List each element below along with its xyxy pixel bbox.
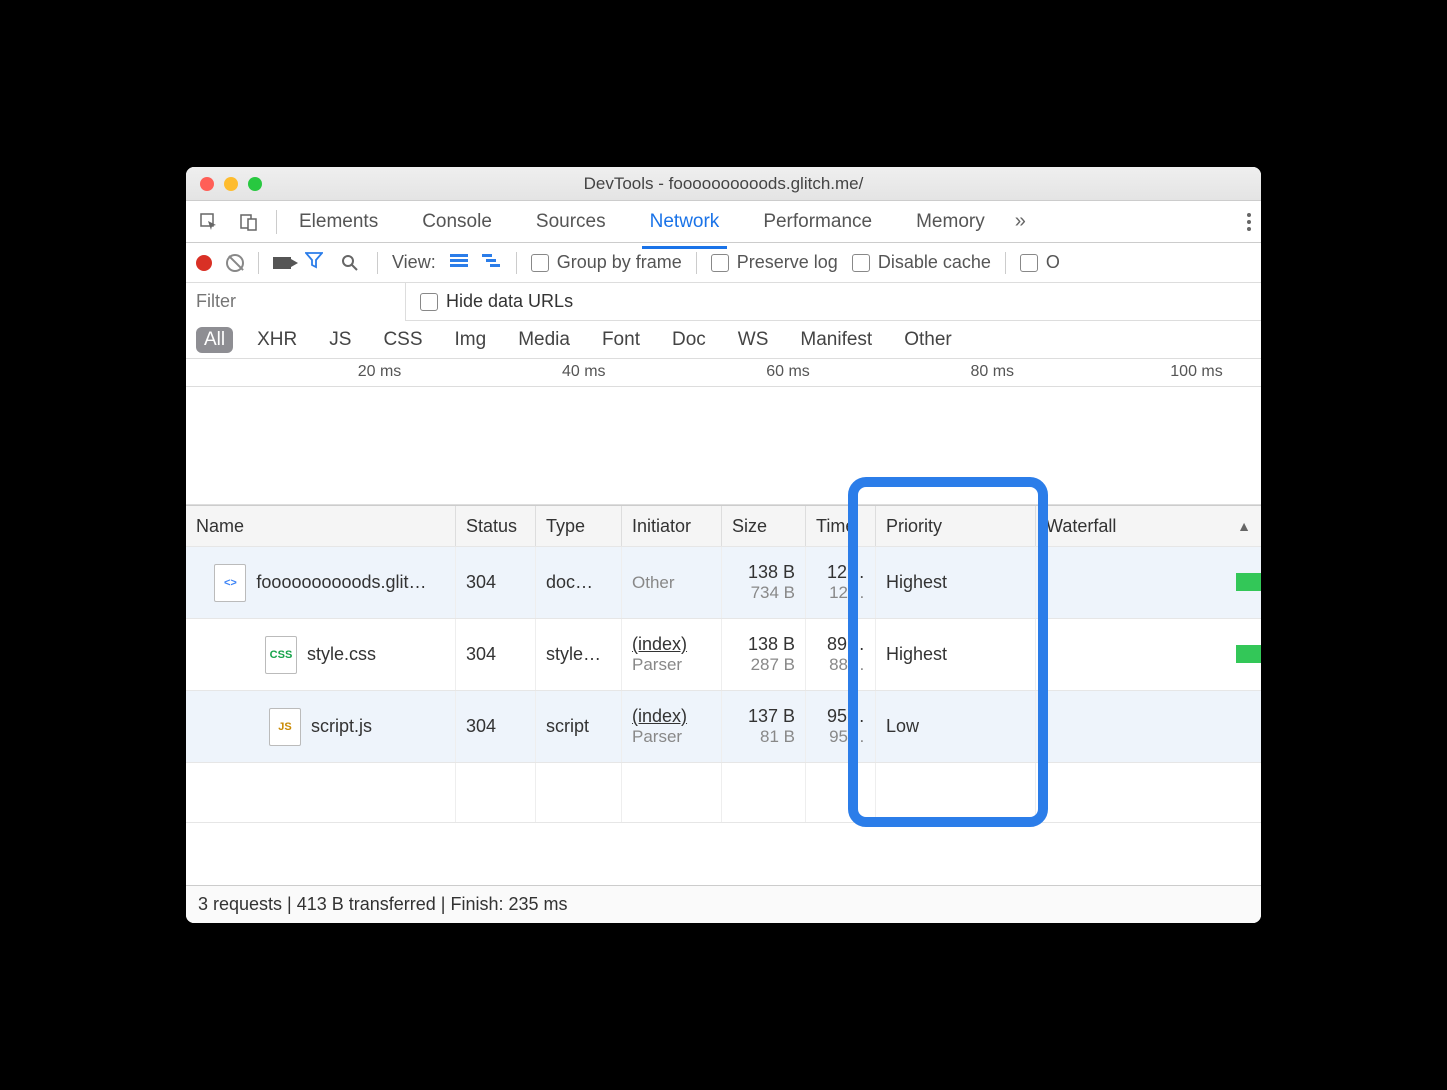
cell-waterfall xyxy=(1036,619,1261,690)
type-filter-js[interactable]: JS xyxy=(321,327,359,353)
sort-indicator-icon: ▲ xyxy=(1237,518,1251,534)
waterfall-view-icon[interactable] xyxy=(482,252,502,273)
col-waterfall[interactable]: Waterfall ▲ xyxy=(1036,506,1261,546)
cell-size: 138 B734 B xyxy=(722,547,806,618)
tab-network[interactable]: Network xyxy=(642,205,728,249)
requests-table: Name Status Type Initiator Size Time Pri… xyxy=(186,505,1261,885)
cell-type: doc… xyxy=(536,547,622,618)
preserve-log-toggle[interactable]: Preserve log xyxy=(711,252,838,273)
cell-status: 304 xyxy=(456,691,536,762)
search-icon[interactable] xyxy=(337,250,363,276)
table-header: Name Status Type Initiator Size Time Pri… xyxy=(186,505,1261,547)
col-status[interactable]: Status xyxy=(456,506,536,546)
cell-waterfall xyxy=(1036,547,1261,618)
type-filter-all[interactable]: All xyxy=(196,327,233,353)
type-filter-css[interactable]: CSS xyxy=(375,327,430,353)
type-filter-other[interactable]: Other xyxy=(896,327,960,353)
more-tabs-icon[interactable]: » xyxy=(1015,210,1026,233)
filter-input[interactable] xyxy=(186,283,406,321)
status-bar: 3 requests | 413 B transferred | Finish:… xyxy=(186,885,1261,923)
type-filter-manifest[interactable]: Manifest xyxy=(792,327,880,353)
checkbox-icon[interactable] xyxy=(531,254,549,272)
offline-toggle[interactable]: O xyxy=(1020,252,1060,273)
checkbox-icon[interactable] xyxy=(852,254,870,272)
clear-button[interactable] xyxy=(226,254,244,272)
col-name[interactable]: Name xyxy=(186,506,456,546)
type-filter-img[interactable]: Img xyxy=(447,327,495,353)
status-text: 3 requests | 413 B transferred | Finish:… xyxy=(198,894,568,915)
timeline-overview[interactable] xyxy=(186,387,1261,505)
divider xyxy=(276,210,277,234)
cell-priority: Highest xyxy=(876,619,1036,690)
filter-bar: Hide data URLs xyxy=(186,283,1261,321)
checkbox-icon[interactable] xyxy=(711,254,729,272)
type-filter-doc[interactable]: Doc xyxy=(664,327,714,353)
record-button[interactable] xyxy=(196,255,212,271)
cell-status: 304 xyxy=(456,619,536,690)
request-name: foooooooooods.glit… xyxy=(256,572,426,593)
request-name: style.css xyxy=(307,644,376,665)
cell-type: style… xyxy=(536,619,622,690)
tab-sources[interactable]: Sources xyxy=(528,205,614,239)
panel-tabs: ElementsConsoleSourcesNetworkPerformance… xyxy=(186,201,1261,243)
type-filter-ws[interactable]: WS xyxy=(730,327,777,353)
devtools-window: DevTools - foooooooooods.glitch.me/ Elem… xyxy=(186,167,1261,923)
table-row-empty xyxy=(186,763,1261,823)
cell-initiator: (index)Parser xyxy=(622,619,722,690)
cell-size: 137 B81 B xyxy=(722,691,806,762)
network-toolbar: View: Group by frame Preserve log Disabl… xyxy=(186,243,1261,283)
window-title: DevTools - foooooooooods.glitch.me/ xyxy=(186,174,1261,194)
timeline-ruler[interactable]: 20 ms40 ms60 ms80 ms100 ms xyxy=(186,359,1261,387)
request-name: script.js xyxy=(311,716,372,737)
css-file-icon: CSS xyxy=(265,636,297,674)
titlebar: DevTools - foooooooooods.glitch.me/ xyxy=(186,167,1261,201)
table-row[interactable]: <> foooooooooods.glit… 304 doc… Other 13… xyxy=(186,547,1261,619)
cell-time: 89…88… xyxy=(806,619,876,690)
resource-type-filter: All XHR JS CSS Img Media Font Doc WS Manifest Othe… xyxy=(186,321,1261,359)
cell-priority: Highest xyxy=(876,547,1036,618)
cell-time: 95…95… xyxy=(806,691,876,762)
tab-performance[interactable]: Performance xyxy=(755,205,880,239)
cell-time: 12…12… xyxy=(806,547,876,618)
large-rows-icon[interactable] xyxy=(450,252,468,273)
hide-data-urls-toggle[interactable]: Hide data URLs xyxy=(420,291,573,312)
col-time[interactable]: Time xyxy=(806,506,876,546)
tab-elements[interactable]: Elements xyxy=(291,205,386,239)
tab-memory[interactable]: Memory xyxy=(908,205,993,239)
tab-console[interactable]: Console xyxy=(414,205,500,239)
col-type[interactable]: Type xyxy=(536,506,622,546)
type-filter-media[interactable]: Media xyxy=(510,327,578,353)
table-row[interactable]: CSS style.css 304 style… (index)Parser 1… xyxy=(186,619,1261,691)
type-filter-xhr[interactable]: XHR xyxy=(249,327,305,353)
screenshot-icon[interactable] xyxy=(273,257,291,269)
cell-status: 304 xyxy=(456,547,536,618)
col-initiator[interactable]: Initiator xyxy=(622,506,722,546)
checkbox-icon[interactable] xyxy=(420,293,438,311)
filter-toggle-icon[interactable] xyxy=(305,251,323,274)
device-toggle-icon[interactable] xyxy=(236,209,262,235)
kebab-menu-icon[interactable] xyxy=(1247,213,1251,231)
col-size[interactable]: Size xyxy=(722,506,806,546)
cell-priority: Low xyxy=(876,691,1036,762)
col-priority[interactable]: Priority xyxy=(876,506,1036,546)
table-row[interactable]: JS script.js 304 script (index)Parser 13… xyxy=(186,691,1261,763)
cell-initiator: Other xyxy=(622,547,722,618)
disable-cache-toggle[interactable]: Disable cache xyxy=(852,252,991,273)
group-by-frame-toggle[interactable]: Group by frame xyxy=(531,252,682,273)
type-filter-font[interactable]: Font xyxy=(594,327,648,353)
cell-initiator: (index)Parser xyxy=(622,691,722,762)
cell-type: script xyxy=(536,691,622,762)
cell-waterfall xyxy=(1036,691,1261,762)
checkbox-icon[interactable] xyxy=(1020,254,1038,272)
doc-file-icon: <> xyxy=(214,564,246,602)
inspect-icon[interactable] xyxy=(196,209,222,235)
cell-size: 138 B287 B xyxy=(722,619,806,690)
view-label: View: xyxy=(392,252,436,273)
js-file-icon: JS xyxy=(269,708,301,746)
